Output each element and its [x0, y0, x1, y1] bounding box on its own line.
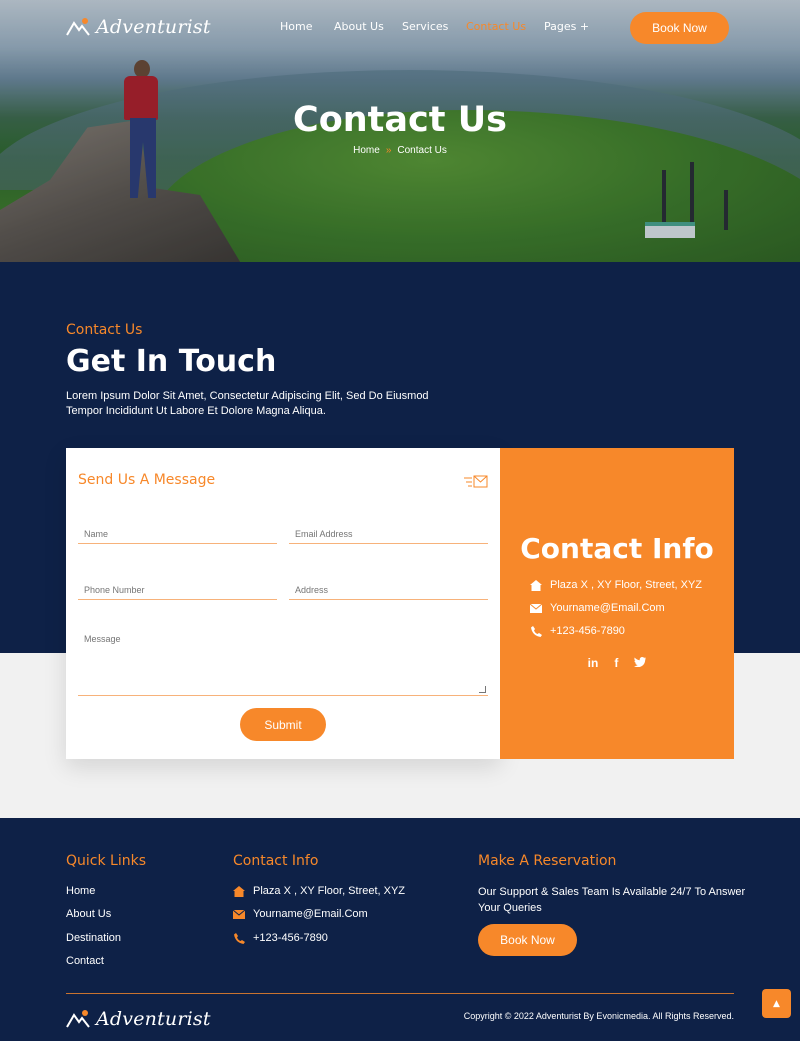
reservation-title: Make A Reservation: [478, 853, 617, 869]
phone-icon: [530, 625, 542, 637]
mountain-logo-icon: [66, 1010, 90, 1028]
phone-input[interactable]: [78, 585, 277, 595]
section-description: Lorem Ipsum Dolor Sit Amet, Consectetur …: [66, 390, 429, 417]
form-title: Send Us A Message: [78, 472, 216, 488]
nav-link-home[interactable]: Home: [280, 20, 334, 33]
phone-icon: [233, 932, 245, 944]
breadcrumb-separator-icon: »: [385, 145, 392, 156]
envelope-icon: [233, 908, 245, 920]
footer-email-text[interactable]: Yourname@Email.Com: [253, 908, 368, 920]
footer-divider: [66, 993, 734, 994]
info-phone: +123-456-7890: [530, 625, 625, 637]
footer-link-contact[interactable]: Contact: [66, 955, 104, 967]
section-eyebrow: Contact Us: [66, 322, 143, 338]
facebook-icon[interactable]: f: [614, 656, 618, 670]
footer-link-home[interactable]: Home: [66, 885, 95, 897]
nav-link-services[interactable]: Services: [402, 20, 466, 33]
twitter-icon[interactable]: [634, 656, 647, 670]
email-field: [289, 522, 488, 544]
message-textarea[interactable]: [78, 630, 488, 695]
book-now-button[interactable]: Book Now: [630, 12, 729, 44]
nav-link-about[interactable]: About Us: [334, 20, 402, 33]
envelope-icon: [464, 474, 488, 493]
footer-address-text: Plaza X , XY Floor, Street, XYZ: [253, 885, 406, 897]
name-field: [78, 522, 277, 544]
home-icon: [233, 885, 245, 897]
submit-button[interactable]: Submit: [240, 708, 326, 741]
name-input[interactable]: [78, 529, 277, 539]
copyright-text: Copyright © 2022 Adventurist By Evonicme…: [463, 1011, 734, 1021]
email-input[interactable]: [289, 529, 488, 539]
nav-link-contact[interactable]: Contact Us: [466, 20, 544, 33]
linkedin-icon[interactable]: in: [588, 656, 599, 670]
footer-contact-title: Contact Info: [233, 853, 319, 869]
breadcrumb-current: Contact Us: [397, 145, 447, 156]
footer-phone-text[interactable]: +123-456-7890: [253, 932, 328, 944]
info-address-text: Plaza X , XY Floor, Street, XYZ: [550, 579, 703, 591]
reservation-text: Our Support & Sales Team Is Available 24…: [478, 886, 746, 914]
nav-link-pages[interactable]: Pages +: [544, 20, 604, 33]
header-logo[interactable]: Adventurist: [66, 16, 211, 38]
footer-address: Plaza X , XY Floor, Street, XYZ: [233, 885, 405, 897]
footer-link-destination[interactable]: Destination: [66, 932, 121, 944]
footer-phone: +123-456-7890: [233, 932, 328, 944]
top-navigation: Adventurist Home About Us Services Conta…: [0, 0, 800, 56]
footer-logo[interactable]: Adventurist: [66, 1008, 211, 1030]
resize-handle-icon[interactable]: [479, 686, 486, 693]
info-phone-text[interactable]: +123-456-7890: [550, 625, 625, 637]
page-title: Contact Us: [293, 100, 507, 140]
mountain-logo-icon: [66, 18, 90, 36]
address-field: [289, 578, 488, 600]
breadcrumb-home[interactable]: Home: [353, 145, 380, 156]
brand-name: Adventurist: [96, 16, 211, 38]
footer-book-now-button[interactable]: Book Now: [478, 924, 577, 956]
quick-links-title: Quick Links: [66, 853, 147, 869]
footer-email: Yourname@Email.Com: [233, 908, 368, 920]
info-email: Yourname@Email.Com: [530, 602, 665, 614]
phone-field: [78, 578, 277, 600]
contact-info-card: Contact Info Plaza X , XY Floor, Street,…: [500, 448, 734, 759]
envelope-icon: [530, 602, 542, 614]
nav-links: Home About Us Services Contact Us Pages …: [280, 20, 604, 33]
section-heading: Get In Touch: [66, 344, 277, 379]
social-links: in f: [500, 656, 734, 670]
footer-brand-name: Adventurist: [96, 1008, 211, 1030]
info-address: Plaza X , XY Floor, Street, XYZ: [530, 579, 702, 591]
address-input[interactable]: [289, 585, 488, 595]
chevron-up-icon: ▲: [773, 998, 780, 1009]
breadcrumb: Home » Contact Us: [0, 145, 800, 156]
message-form-card: Send Us A Message Submit: [66, 448, 500, 759]
back-to-top-button[interactable]: ▲: [762, 989, 791, 1018]
message-field: [78, 630, 488, 696]
footer-link-about[interactable]: About Us: [66, 908, 111, 920]
contact-info-title: Contact Info: [520, 532, 714, 565]
info-email-text[interactable]: Yourname@Email.Com: [550, 602, 665, 614]
home-icon: [530, 579, 542, 591]
